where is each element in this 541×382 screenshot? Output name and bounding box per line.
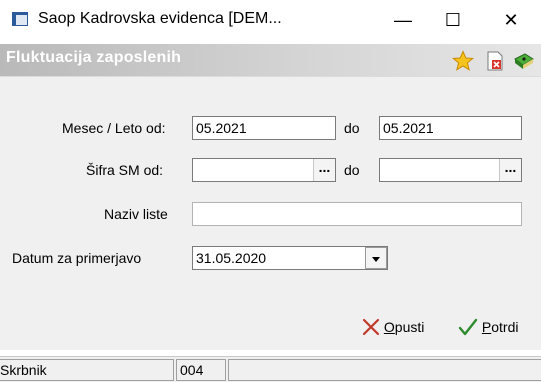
status-extra — [228, 359, 541, 381]
chevron-down-icon — [372, 257, 380, 262]
confirm-label: otrdi — [491, 319, 519, 335]
close-button[interactable]: ✕ — [488, 0, 534, 40]
maximize-button[interactable]: ☐ — [430, 0, 476, 40]
confirm-mnemonic: P — [481, 319, 492, 335]
page-title: Fluktuacija zaposlenih — [6, 49, 182, 66]
cancel-label: pusti — [394, 319, 425, 335]
compare-date-select[interactable]: 31.05.2020 — [192, 246, 388, 270]
period-from-input[interactable]: 05.2021 — [192, 116, 336, 140]
status-bar: Skrbnik 004 — [0, 356, 541, 382]
cancel-mnemonic: O — [383, 319, 395, 335]
sm-to-label: do — [344, 162, 360, 178]
window-title: Saop Kadrovska evidenca [DEM... — [38, 10, 282, 27]
delete-document-icon[interactable] — [484, 50, 506, 72]
list-name-label: Naziv liste — [104, 206, 168, 222]
window-titlebar: Saop Kadrovska evidenca [DEM... — ☐ ✕ — [0, 0, 541, 40]
close-icon — [362, 318, 380, 336]
app-icon — [12, 12, 28, 26]
confirm-button[interactable]: Potrdi — [458, 318, 518, 338]
cancel-button[interactable]: Opusti — [362, 318, 424, 338]
sm-to-lookup-button[interactable]: ... — [499, 159, 521, 181]
sm-from-label: Šifra SM od: — [86, 162, 164, 178]
period-from-label: Mesec / Leto od: — [62, 120, 166, 136]
minimize-button[interactable]: — — [380, 0, 426, 40]
compare-date-dropdown-button[interactable] — [365, 247, 387, 269]
period-to-input[interactable]: 05.2021 — [379, 116, 522, 140]
period-to-label: do — [344, 120, 360, 136]
status-code: 004 — [176, 359, 226, 381]
list-name-input[interactable] — [192, 202, 522, 226]
help-book-icon[interactable] — [513, 50, 535, 72]
star-icon[interactable] — [452, 50, 474, 72]
compare-date-label: Datum za primerjavo — [12, 250, 142, 266]
sm-from-lookup-button[interactable]: ... — [313, 159, 335, 181]
checkmark-icon — [458, 318, 478, 336]
status-user: Skrbnik — [0, 359, 174, 381]
